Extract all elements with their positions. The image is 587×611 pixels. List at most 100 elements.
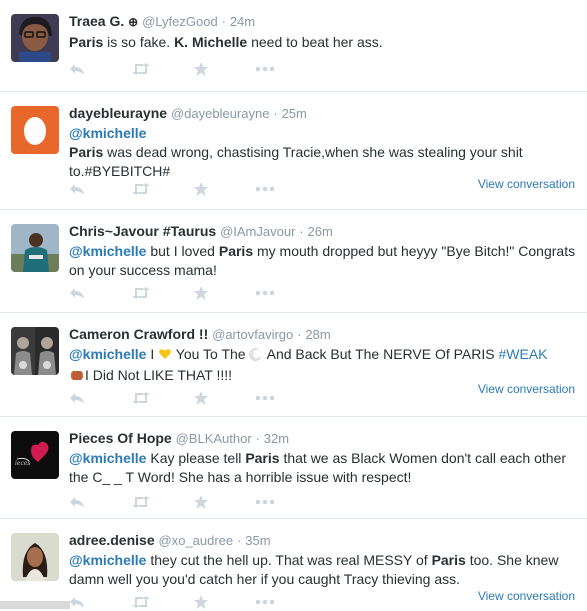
separator-dot: · — [273, 106, 278, 121]
user-fullname[interactable]: Pieces Of Hope — [69, 430, 172, 446]
avatar[interactable] — [11, 106, 59, 154]
retweet-icon[interactable] — [131, 595, 193, 609]
view-conversation-link[interactable]: View conversation — [478, 382, 575, 396]
retweet-icon[interactable] — [131, 286, 193, 300]
tweet-timestamp[interactable]: 32m — [264, 431, 289, 446]
user-fullname[interactable]: Traea G. — [69, 13, 124, 29]
tweet: Chris~Javour #Taurus @IAmJavour · 26m @k… — [0, 210, 587, 313]
mention-link[interactable]: @kmichelle — [69, 552, 146, 568]
avatar[interactable] — [11, 224, 59, 272]
reply-icon[interactable] — [69, 495, 131, 509]
tweet-content: Traea G. ⊕ @LyfezGood · 24m Paris is so … — [69, 12, 577, 52]
favorite-icon[interactable] — [193, 61, 255, 77]
avatar[interactable] — [11, 533, 59, 581]
favorite-icon[interactable] — [193, 181, 255, 197]
user-handle[interactable]: @LyfezGood — [142, 14, 218, 29]
tweet: Traea G. ⊕ @LyfezGood · 24m Paris is so … — [0, 0, 587, 92]
tweet-text: @kmichelle Kay please tell Paris that we… — [69, 449, 577, 487]
svg-text:ieces: ieces — [15, 460, 30, 467]
separator-dot: · — [299, 224, 304, 239]
view-conversation-link[interactable]: View conversation — [478, 177, 575, 191]
separator-dot: · — [221, 14, 226, 29]
reply-icon[interactable] — [69, 182, 131, 196]
user-handle[interactable]: @IAmJavour — [220, 224, 295, 239]
user-fullname[interactable]: Cameron Crawford !! — [69, 326, 208, 342]
reply-icon[interactable] — [69, 391, 131, 405]
favorite-icon[interactable] — [193, 594, 255, 610]
favorite-icon[interactable] — [193, 494, 255, 510]
retweet-icon[interactable] — [131, 391, 193, 405]
tweet-timestamp[interactable]: 25m — [282, 106, 307, 121]
reply-icon[interactable] — [69, 595, 131, 609]
more-icon[interactable] — [255, 186, 317, 192]
tweet: ieces Pieces Of Hope @BLKAuthor · 32m @k… — [0, 417, 587, 519]
tweet-content: Pieces Of Hope @BLKAuthor · 32m @kmichel… — [69, 429, 577, 487]
separator-dot: · — [255, 431, 260, 446]
highlighted-term: Paris — [218, 243, 254, 259]
tweet-actions — [69, 284, 317, 302]
text-fragment: they cut the hell up. That was real MESS… — [146, 552, 432, 568]
more-icon[interactable] — [255, 66, 317, 72]
timeline: Traea G. ⊕ @LyfezGood · 24m Paris is so … — [0, 0, 587, 609]
text-fragment: need to beat her ass. — [247, 34, 383, 50]
user-handle[interactable]: @dayebleurayne — [171, 106, 269, 121]
view-conversation-link[interactable]: View conversation — [478, 589, 575, 603]
highlighted-term: Paris — [69, 144, 104, 160]
separator-dot: · — [237, 533, 242, 548]
user-handle[interactable]: @artovfavirgo — [212, 327, 293, 342]
horizontal-scrollbar[interactable] — [0, 601, 70, 609]
tweet-text: @kmichelle Paris was dead wrong, chastisi… — [69, 124, 577, 181]
favorite-icon[interactable] — [193, 390, 255, 406]
tweet-timestamp[interactable]: 28m — [305, 327, 330, 342]
tweet-timestamp[interactable]: 26m — [308, 224, 333, 239]
text-fragment: Kay please tell — [146, 450, 246, 466]
text-fragment: And Back But The NERVE Of PARIS — [263, 346, 499, 362]
retweet-icon[interactable] — [131, 62, 193, 76]
tweet-text: @kmichelle I You To The And Back But The… — [69, 345, 577, 387]
user-fullname[interactable]: dayebleurayne — [69, 105, 167, 121]
favorite-icon[interactable] — [193, 285, 255, 301]
text-fragment: I Did Not LIKE THAT !!!! — [85, 367, 233, 383]
mention-link[interactable]: @kmichelle — [69, 346, 146, 362]
tweet-content: adree.denise @xo_audree · 35m @kmichelle… — [69, 531, 577, 589]
more-icon[interactable] — [255, 395, 317, 401]
avatar[interactable]: ieces — [11, 431, 59, 479]
highlighted-term: Paris — [431, 552, 466, 568]
text-fragment: You To The — [172, 346, 250, 362]
user-fullname[interactable]: adree.denise — [69, 532, 155, 548]
text-fragment: I — [146, 346, 159, 362]
tweet-text: @kmichelle but I loved Paris my mouth dr… — [69, 242, 577, 280]
tweet-actions — [69, 60, 317, 78]
text-fragment: but I loved — [146, 243, 219, 259]
separator-dot: · — [297, 327, 302, 342]
text-fragment: was dead wrong, chastising Tracie,when s… — [69, 144, 523, 179]
hashtag-link[interactable]: #WEAK — [498, 346, 547, 362]
tweet-content: Chris~Javour #Taurus @IAmJavour · 26m @k… — [69, 222, 577, 280]
reply-icon[interactable] — [69, 62, 131, 76]
tweet-actions — [69, 593, 317, 611]
mention-link[interactable]: @kmichelle — [69, 243, 146, 259]
retweet-icon[interactable] — [131, 182, 193, 196]
highlighted-term: Paris — [245, 450, 280, 466]
highlighted-term: K. Michelle — [174, 34, 248, 50]
avatar[interactable] — [11, 14, 59, 62]
user-handle[interactable]: @xo_audree — [159, 533, 234, 548]
tweet-timestamp[interactable]: 24m — [230, 14, 255, 29]
avatar[interactable] — [11, 327, 59, 375]
tweet: dayebleurayne @dayebleurayne · 25m @kmic… — [0, 92, 587, 210]
more-icon[interactable] — [255, 499, 317, 505]
retweet-icon[interactable] — [131, 495, 193, 509]
text-fragment: is so fake. — [103, 34, 175, 50]
heart-emoji-icon — [158, 347, 172, 366]
more-icon[interactable] — [255, 599, 317, 605]
fist-emoji-icon — [69, 368, 85, 387]
reply-icon[interactable] — [69, 286, 131, 300]
mention-link[interactable]: @kmichelle — [69, 125, 146, 141]
user-fullname[interactable]: Chris~Javour #Taurus — [69, 223, 216, 239]
mention-link[interactable]: @kmichelle — [69, 450, 146, 466]
tweet-text: Paris is so fake. K. Michelle need to be… — [69, 33, 577, 52]
tweet-timestamp[interactable]: 35m — [245, 533, 270, 548]
user-handle[interactable]: @BLKAuthor — [176, 431, 252, 446]
moon-emoji-icon — [249, 347, 263, 366]
more-icon[interactable] — [255, 290, 317, 296]
